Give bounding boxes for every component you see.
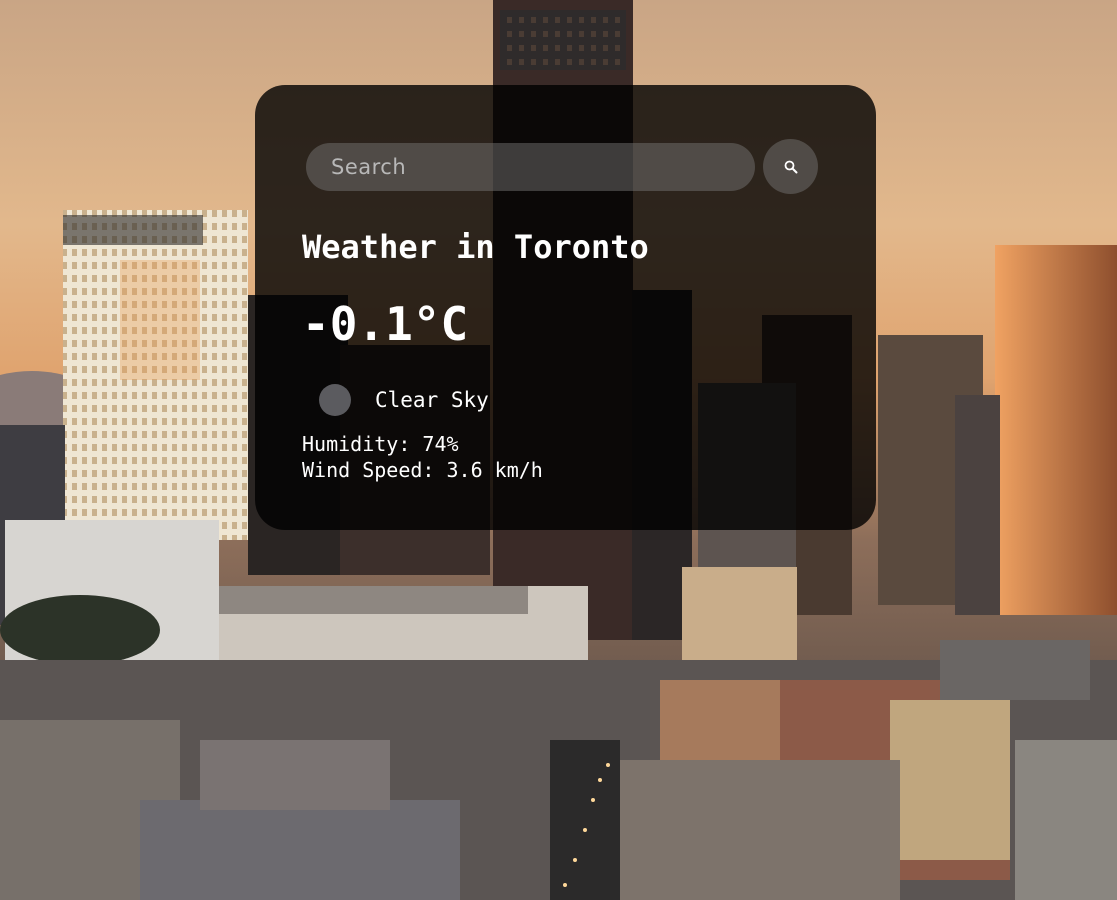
humidity-text: Humidity: 74% [302,432,459,456]
search-bar [306,139,818,194]
temperature-value: -0.1°C [302,297,469,351]
search-button[interactable] [763,139,818,194]
city-heading: Weather in Toronto [302,228,649,266]
condition-row: Clear Sky [319,384,489,416]
weather-condition-icon [319,384,351,416]
weather-card: Weather in Toronto -0.1°C Clear Sky Humi… [255,85,876,530]
wind-speed-text: Wind Speed: 3.6 km/h [302,458,543,482]
weather-description: Clear Sky [375,388,489,412]
search-input[interactable] [306,143,755,191]
search-icon [784,160,797,173]
